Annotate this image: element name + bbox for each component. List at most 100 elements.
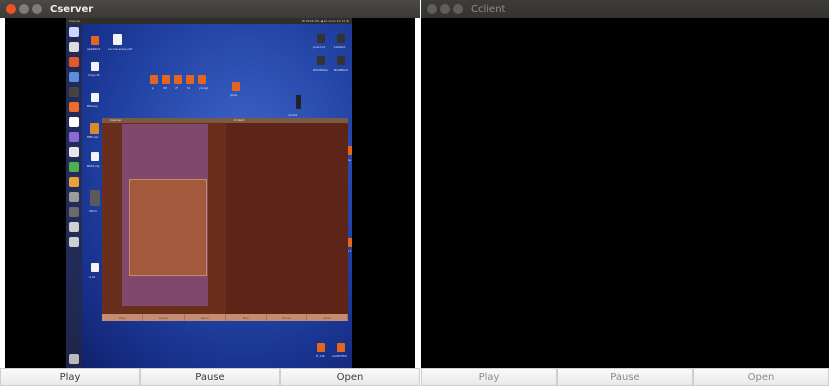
- folder-icon[interactable]: [150, 75, 158, 84]
- folder-icon[interactable]: [162, 75, 170, 84]
- streamed-desktop: Cserver ttl PC2K 9% ◀ en sono 11:11 Ts a…: [66, 18, 352, 368]
- desktop-topbar: Cserver ttl PC2K 9% ◀ en sono 11:11 Ts: [66, 18, 352, 24]
- icon-label: BIO4 sty: [87, 164, 100, 168]
- file-icon[interactable]: [91, 93, 99, 102]
- maximize-icon[interactable]: [453, 4, 463, 14]
- nested-server-title-text: Cserver: [110, 118, 122, 122]
- app-icon[interactable]: [296, 95, 301, 109]
- icon-label: Copy bt: [88, 73, 100, 77]
- icon-label: VP: [163, 86, 167, 90]
- nested-client-window: Cclient Play Pause Open: [226, 118, 349, 321]
- nested-pause-button: Pause: [143, 314, 185, 321]
- video-display: Cserver ttl PC2K 9% ◀ en sono 11:11 Ts a…: [5, 18, 415, 368]
- video-display: [421, 18, 829, 368]
- trash-icon: [69, 354, 79, 364]
- nested-play-button: Play: [226, 314, 267, 321]
- file-icon[interactable]: [91, 62, 99, 71]
- nested-server-controls: Play Pause Open: [102, 314, 226, 321]
- icon-label: SDCs: [89, 209, 97, 213]
- file-icon[interactable]: [91, 263, 99, 272]
- play-button[interactable]: Play: [421, 368, 557, 386]
- firefox-icon: [69, 57, 79, 67]
- icon-label: p: [152, 86, 154, 90]
- chromium-icon: [69, 72, 79, 82]
- image-file-icon[interactable]: [90, 190, 100, 206]
- nested-server-window: Cserver Play Pause Open: [102, 118, 226, 321]
- icon-label: SI: [187, 86, 190, 90]
- icon-label: ca-rna-solve pdf: [108, 47, 133, 51]
- icon-label: Bibrary: [87, 104, 98, 108]
- terminal-icon: [69, 87, 79, 97]
- video-file-icon[interactable]: [90, 123, 99, 134]
- folder-icon[interactable]: [186, 75, 194, 84]
- nested-desktop-preview: [122, 124, 208, 306]
- nested-client-title-text: Cclient: [234, 118, 245, 122]
- minimize-icon[interactable]: [19, 4, 29, 14]
- minimize-icon[interactable]: [440, 4, 450, 14]
- folder-icon[interactable]: [337, 343, 345, 352]
- app-icon[interactable]: [317, 34, 325, 43]
- desktop-topbar-title: Cserver: [69, 19, 81, 23]
- pause-button[interactable]: Pause: [557, 368, 693, 386]
- nested-play-button: Play: [102, 314, 144, 321]
- folder-icon[interactable]: [232, 82, 240, 91]
- calc-icon: [69, 162, 79, 172]
- drive-icon: [69, 222, 79, 232]
- desktop-topbar-status: ttl PC2K 9% ◀ en sono 11:11 Ts: [301, 19, 349, 23]
- client-controls: Play Pause Open: [421, 368, 829, 386]
- close-icon[interactable]: [427, 4, 437, 14]
- app-icon[interactable]: [317, 56, 325, 65]
- app-icon[interactable]: [337, 34, 345, 43]
- nested-pause-button: Pause: [267, 314, 308, 321]
- nested-deeper-window: [129, 179, 207, 276]
- icon-label: rF: [175, 86, 178, 90]
- window-title: Cserver: [50, 3, 94, 15]
- document-icon: [69, 117, 79, 127]
- pause-button[interactable]: Pause: [140, 368, 280, 386]
- folder-icon[interactable]: [317, 343, 325, 352]
- folder-icon[interactable]: [91, 36, 99, 45]
- video-player-icon: [69, 207, 79, 217]
- dash-icon: [69, 27, 79, 37]
- play-button[interactable]: Play: [0, 368, 140, 386]
- file-icon[interactable]: [113, 34, 122, 45]
- icon-label: ROOOSile: [313, 68, 328, 72]
- app-icon[interactable]: [337, 56, 345, 65]
- icon-label: LGSGht: [334, 45, 346, 49]
- icon-label: IT_LM: [316, 354, 325, 358]
- icon-label: vs bta: [288, 113, 298, 117]
- icon-label: fifth.avi: [87, 135, 99, 139]
- window-title: Cclient: [471, 3, 506, 15]
- server-controls: Play Pause Open: [0, 368, 420, 386]
- nested-open-button: Open: [307, 314, 349, 321]
- open-button[interactable]: Open: [280, 368, 420, 386]
- folder-icon[interactable]: [174, 75, 182, 84]
- nested-client-controls: Play Pause Open: [226, 314, 349, 321]
- icon-label: Jvine: [230, 93, 238, 97]
- icon-label: apkWord: [87, 47, 101, 51]
- settings-icon: [69, 192, 79, 202]
- server-window: Cserver Cserver ttl PC2K 9% ◀ en sono 11…: [0, 0, 420, 386]
- client-window: Cclient Play Pause Open: [421, 0, 829, 386]
- files-icon: [69, 42, 79, 52]
- icon-label: yrocgl: [199, 86, 209, 90]
- maximize-icon[interactable]: [32, 4, 42, 14]
- impress-icon: [69, 177, 79, 187]
- close-icon[interactable]: [6, 4, 16, 14]
- icon-label: loclRF050: [332, 354, 347, 358]
- launcher-bar: [66, 24, 82, 368]
- nested-client-title: Cclient: [226, 118, 348, 123]
- drive-icon: [69, 237, 79, 247]
- writer-icon: [69, 147, 79, 157]
- icon-label: A bt: [89, 275, 96, 279]
- server-titlebar: Cserver: [0, 0, 420, 18]
- media-icon: [69, 132, 79, 142]
- software-center-icon: [69, 102, 79, 112]
- icon-label: NGSBOut: [334, 68, 348, 72]
- icon-label: pole Ind: [313, 45, 326, 49]
- nested-server-title: Cserver: [102, 118, 226, 123]
- file-icon[interactable]: [91, 152, 99, 161]
- open-button[interactable]: Open: [693, 368, 829, 386]
- folder-icon[interactable]: [198, 75, 206, 84]
- nested-open-button: Open: [185, 314, 226, 321]
